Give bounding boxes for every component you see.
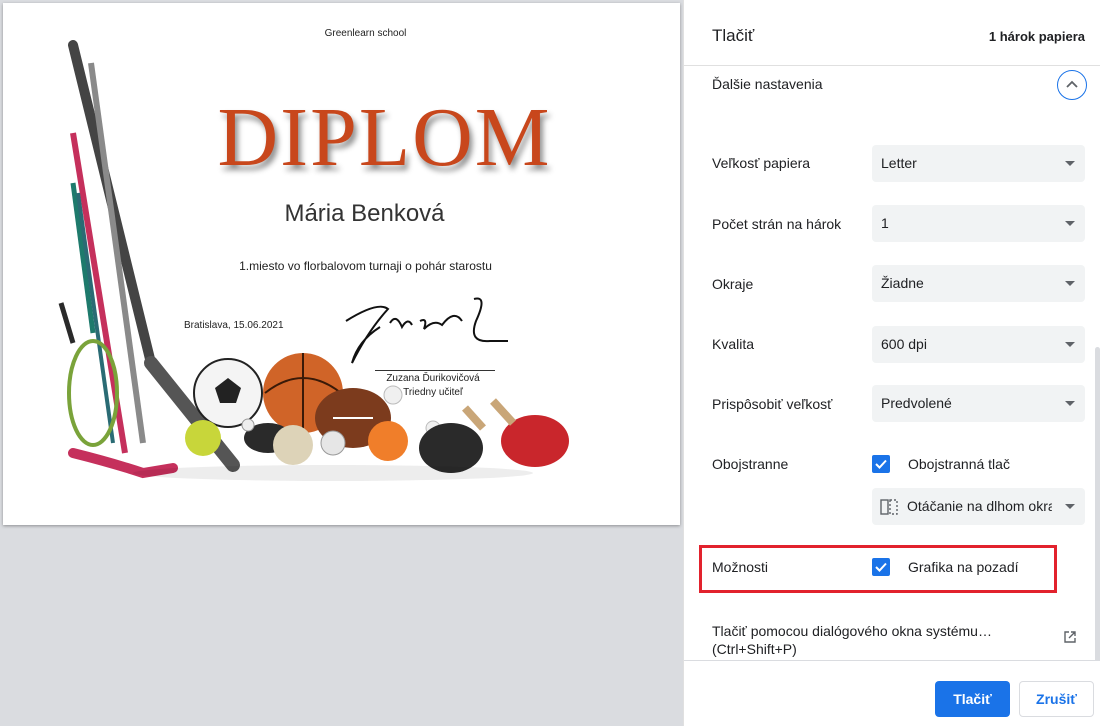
school-name: Greenlearn school [324,28,407,39]
achievement-text: 1.miesto vo florbalovom turnaji o pohár … [239,259,492,273]
recipient-name: Mária Benková [284,200,445,227]
scale-label: Prispôsobiť veľkosť [712,396,833,412]
dropdown-caret-icon [1065,161,1075,166]
checkmark-icon [875,562,887,572]
paper-size-select[interactable]: Letter [872,145,1085,182]
place-date: Bratislava, 15.06.2021 [184,320,284,331]
scale-value: Predvolené [881,395,952,411]
more-settings-label: Ďalšie nastavenia [712,76,823,92]
flip-select[interactable]: Otáčanie na dlhom okraji [872,488,1085,525]
system-dialog-link[interactable]: Tlačiť pomocou dialógového okna systému…… [712,622,1022,658]
print-preview-area: Greenlearn school DIPLOM Mária Benková 1… [0,0,683,726]
dropdown-caret-icon [1065,504,1075,509]
handwritten-signature [345,297,508,364]
scale-select[interactable]: Predvolené [872,385,1085,422]
paper-size-label: Veľkosť papiera [712,155,811,171]
dropdown-caret-icon [1065,342,1075,347]
flip-long-edge-icon [880,499,898,515]
dropdown-caret-icon [1065,401,1075,406]
pages-per-sheet-value: 1 [881,215,889,231]
print-button[interactable]: Tlačiť [935,681,1010,717]
pages-per-sheet-select[interactable]: 1 [872,205,1085,242]
signer-name: Zuzana Ďurikovičová [386,373,480,384]
panel-footer: Tlačiť Zrušiť [684,661,1100,726]
chevron-up-icon [1066,80,1078,88]
print-settings-panel: Tlačiť 1 hárok papiera Ďalšie nastavenia… [683,0,1100,726]
signer-role: Triedny učiteľ [403,387,463,398]
quality-select[interactable]: 600 dpi [872,326,1085,363]
pages-per-sheet-label: Počet strán na hárok [712,216,842,232]
dropdown-caret-icon [1065,221,1075,226]
open-external-icon[interactable] [1063,630,1077,644]
margins-label: Okraje [712,276,754,292]
settings-scrollbar[interactable] [1095,347,1100,660]
diploma-page-preview: Greenlearn school DIPLOM Mária Benková 1… [3,3,680,525]
signer-block: Zuzana Ďurikovičová Triedny učiteľ [343,372,523,400]
duplex-checkbox[interactable] [872,455,890,473]
panel-title: Tlačiť [712,26,755,45]
paper-size-value: Letter [881,155,917,171]
cancel-button[interactable]: Zrušiť [1019,681,1094,717]
dropdown-caret-icon [1065,281,1075,286]
flip-value: Otáčanie na dlhom okraji [907,498,1052,514]
margins-select[interactable]: Žiadne [872,265,1085,302]
background-graphics-checkbox[interactable] [872,558,890,576]
duplex-label: Obojstranne [712,456,789,472]
options-label: Možnosti [712,559,769,575]
margins-value: Žiadne [881,275,924,291]
panel-header: Tlačiť 1 hárok papiera [684,0,1100,66]
quality-label: Kvalita [712,336,755,352]
quality-value: 600 dpi [881,336,927,352]
duplex-checkbox-label[interactable]: Obojstranná tlač [908,456,1010,472]
checkmark-icon [875,459,887,469]
collapse-more-settings-button[interactable] [1057,70,1087,100]
diploma-title: DIPLOM [217,91,552,184]
sheet-count: 1 hárok papiera [988,29,1085,44]
signature-line [375,370,495,371]
background-graphics-label[interactable]: Grafika na pozadí [908,559,1019,575]
settings-scroll-area[interactable]: Ďalšie nastavenia Veľkosť papiera Letter… [684,67,1100,660]
